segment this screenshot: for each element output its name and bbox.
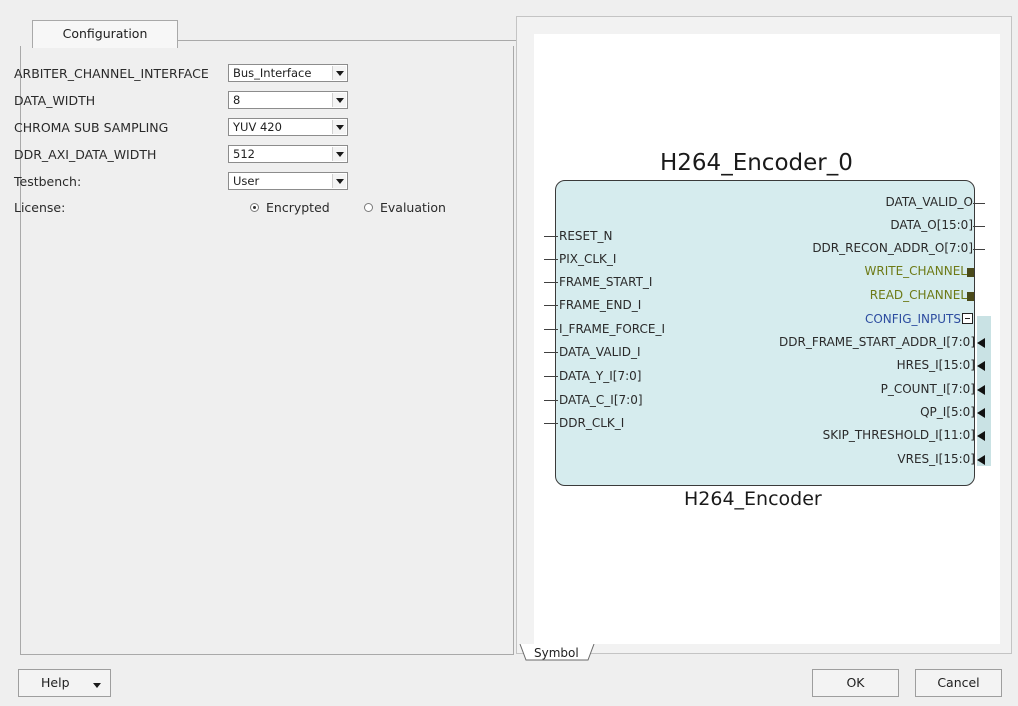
chevron-down-icon[interactable] [332,147,346,161]
config-input-pin[interactable]: SKIP_THRESHOLD_I[11:0] [823,428,985,442]
input-pin[interactable]: DATA_C_I[7:0] [544,393,643,407]
chevron-down-icon[interactable] [332,93,346,107]
select-value: Bus_Interface [233,66,312,80]
param-label: CHROMA SUB SAMPLING [14,119,169,135]
input-pin[interactable]: FRAME_END_I [544,298,641,312]
param-label: DATA_WIDTH [14,92,96,108]
bus-interface-pin[interactable]: WRITE_CHANNEL [865,264,968,278]
select-value: YUV 420 [233,120,282,134]
input-arrow-icon [977,337,985,348]
tab-strip: Configuration [20,16,533,48]
tab-configuration[interactable]: Configuration [32,20,178,48]
config-input-pin[interactable]: VRES_I[15:0] [897,452,985,466]
param-row-data-width: DATA_WIDTH [14,89,95,111]
ok-button[interactable]: OK [812,669,899,697]
input-pin[interactable]: I_FRAME_FORCE_I [544,322,665,336]
license-encrypted-radio[interactable]: Encrypted [250,200,330,215]
select-value: 8 [233,93,241,107]
param-label: Testbench: [14,173,82,189]
select-value: User [233,174,260,188]
cancel-button[interactable]: Cancel [915,669,1002,697]
config-input-pin[interactable]: DDR_FRAME_START_ADDR_I[7:0] [779,335,985,349]
param-row-testbench: Testbench: [14,170,81,192]
config-input-pin[interactable]: QP_I[5:0] [920,405,985,419]
output-pin[interactable]: DATA_VALID_O [886,195,985,209]
input-pin[interactable]: FRAME_START_I [544,275,652,289]
param-row-ddr-axi: DDR_AXI_DATA_WIDTH [14,143,156,165]
radio-unselected-icon[interactable] [364,203,373,212]
radio-label: Encrypted [266,200,330,215]
collapse-icon[interactable] [962,313,973,324]
param-row-arbiter: ARBITER_CHANNEL_INTERFACE [14,62,209,84]
testbench-select[interactable]: User [228,172,348,190]
radio-selected-icon[interactable] [250,203,259,212]
param-row-chroma: CHROMA SUB SAMPLING [14,116,168,138]
data-width-select[interactable]: 8 [228,91,348,109]
input-pin[interactable]: RESET_N [544,229,612,243]
output-pin[interactable]: DATA_O[15:0] [890,218,985,232]
config-input-pin[interactable]: P_COUNT_I[7:0] [881,382,985,396]
ddr-axi-data-width-select[interactable]: 512 [228,145,348,163]
instance-name: H264_Encoder_0 [660,150,853,176]
config-input-pin[interactable]: HRES_I[15:0] [897,358,985,372]
radio-label: Evaluation [380,200,446,215]
help-label: Help [41,675,70,690]
input-pin[interactable]: PIX_CLK_I [544,252,616,266]
input-arrow-icon [977,407,985,418]
select-value: 512 [233,147,255,161]
input-arrow-icon [977,430,985,441]
chevron-down-icon[interactable] [332,174,346,188]
bus-interface-pin[interactable]: READ_CHANNEL [870,288,967,302]
input-pin[interactable]: DATA_Y_I[7:0] [544,369,641,383]
license-evaluation-radio[interactable]: Evaluation [364,200,446,215]
param-row-license: License: [14,196,65,218]
output-pin[interactable]: DDR_RECON_ADDR_O[7:0] [812,241,985,255]
chroma-sub-sampling-select[interactable]: YUV 420 [228,118,348,136]
input-arrow-icon [977,384,985,395]
input-arrow-icon [977,454,985,465]
bus-interface-icon [967,268,974,277]
bus-interface-icon [967,292,974,301]
chevron-down-icon[interactable] [93,683,101,688]
input-arrow-icon [977,360,985,371]
param-label: ARBITER_CHANNEL_INTERFACE [14,65,209,81]
input-pin[interactable]: DATA_VALID_I [544,345,641,359]
config-group-pin[interactable]: CONFIG_INPUTS [865,312,961,326]
param-label: DDR_AXI_DATA_WIDTH [14,146,157,162]
tab-symbol-label: Symbol [534,646,579,660]
tab-rule [177,40,533,41]
input-pin[interactable]: DDR_CLK_I [544,416,624,430]
tab-symbol[interactable]: Symbol [518,644,595,664]
license-label: License: [14,199,66,215]
chevron-down-icon[interactable] [332,66,346,80]
chevron-down-icon[interactable] [332,120,346,134]
arbiter-channel-interface-select[interactable]: Bus_Interface [228,64,348,82]
component-type-name: H264_Encoder [684,488,822,510]
